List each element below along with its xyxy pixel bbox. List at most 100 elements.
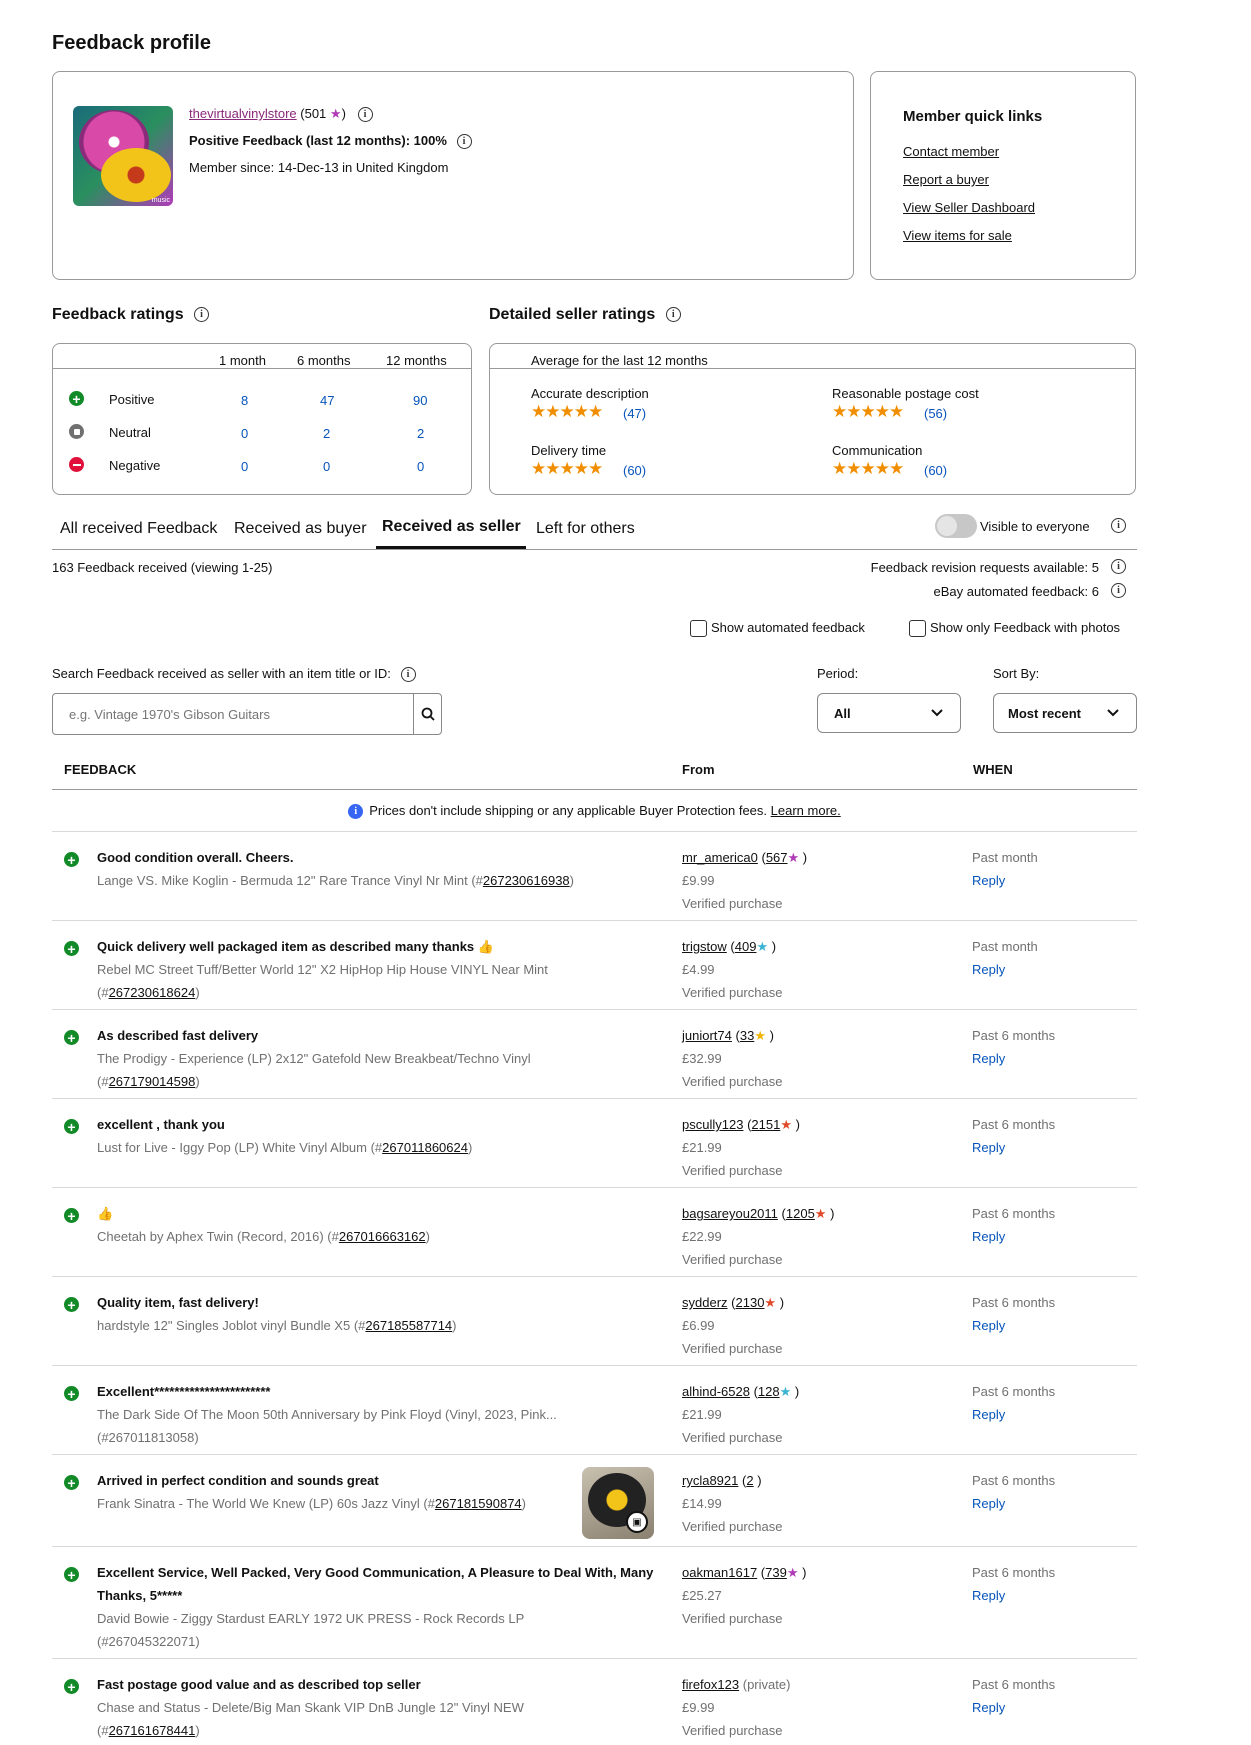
item-id-link[interactable]: 267161678441	[109, 1723, 196, 1738]
buyer-score: (739★ )	[760, 1565, 807, 1580]
chevron-down-icon	[1107, 709, 1119, 717]
show-photos-checkbox[interactable]: Show only Feedback with photos	[909, 620, 1120, 638]
reply-link[interactable]: Reply	[972, 1140, 1005, 1155]
buyer-score-link[interactable]: 739	[765, 1565, 787, 1580]
negative-1m[interactable]: 0	[241, 459, 248, 474]
item-id-link[interactable]: 267230616938	[483, 873, 570, 888]
reply-link[interactable]: Reply	[972, 1407, 1005, 1422]
positive-icon: +	[64, 1119, 79, 1134]
buyer-score-link[interactable]: 1205	[786, 1206, 815, 1221]
dsr-delivery-time: Delivery time	[531, 443, 607, 458]
seller-dashboard-link[interactable]: View Seller Dashboard	[903, 200, 1035, 215]
neutral-1m[interactable]: 0	[241, 426, 248, 441]
feedback-comment: excellent , thank you	[97, 1117, 225, 1132]
reply-link[interactable]: Reply	[972, 1229, 1005, 1244]
sort-select[interactable]: Most recent	[993, 693, 1137, 733]
info-icon[interactable]: i	[357, 107, 373, 123]
reply-link[interactable]: Reply	[972, 1588, 1005, 1603]
buyer-username-link[interactable]: juniort74	[682, 1028, 732, 1043]
buyer-score-link[interactable]: 2	[746, 1473, 753, 1488]
buyer-username-link[interactable]: sydderz	[682, 1295, 728, 1310]
buyer-username-link[interactable]: firefox123	[682, 1677, 739, 1692]
checkbox-icon[interactable]	[909, 620, 926, 638]
feedback-photo[interactable]: ▣	[582, 1467, 654, 1539]
buyer-username-link[interactable]: rycla8921	[682, 1473, 738, 1488]
items-for-sale-link[interactable]: View items for sale	[903, 228, 1012, 243]
negative-6m[interactable]: 0	[323, 459, 330, 474]
item-price: £25.27	[682, 1588, 722, 1603]
neutral-6m[interactable]: 2	[323, 426, 330, 441]
item-text: Lange VS. Mike Koglin - Bermuda 12" Rare…	[97, 873, 483, 888]
contact-member-link[interactable]: Contact member	[903, 144, 999, 159]
period-select[interactable]: All	[817, 693, 961, 733]
item-id-link[interactable]: 267230618624	[109, 985, 196, 1000]
item-id-link[interactable]: 267185587714	[365, 1318, 452, 1333]
buyer-score-link[interactable]: 567	[766, 850, 788, 865]
buyer-score-link[interactable]: 409	[735, 939, 757, 954]
item-title: Rebel MC Street Tuff/Better World 12" X2…	[97, 958, 617, 1004]
verified-purchase: Verified purchase	[682, 1723, 783, 1738]
info-icon[interactable]: i	[1111, 583, 1126, 598]
learn-more-link[interactable]: Learn more.	[771, 803, 841, 818]
checkbox-icon[interactable]	[690, 620, 707, 638]
tab-received-as-buyer[interactable]: Received as buyer	[234, 520, 367, 538]
from-column: firefox123 (private) £9.99 Verified purcha…	[682, 1673, 790, 1742]
buyer-username-link[interactable]: pscully123	[682, 1117, 743, 1132]
reply-link[interactable]: Reply	[972, 1496, 1005, 1511]
when-column: Past 6 months Reply	[972, 1291, 1055, 1337]
info-icon[interactable]: i	[194, 307, 210, 323]
buyer-username-link[interactable]: bagsareyou2011	[682, 1206, 778, 1221]
buyer-username-link[interactable]: alhind-6528	[682, 1384, 750, 1399]
tab-received-as-seller[interactable]: Received as seller	[382, 518, 521, 536]
search-button[interactable]	[413, 694, 442, 734]
reply-link[interactable]: Reply	[972, 1318, 1005, 1333]
negative-12m[interactable]: 0	[417, 459, 424, 474]
buyer-score: (1205★ )	[781, 1206, 835, 1221]
positive-12m[interactable]: 90	[413, 393, 427, 408]
item-text: Frank Sinatra - The World We Knew (LP) 6…	[97, 1496, 435, 1511]
buyer-username-link[interactable]: mr_america0	[682, 850, 758, 865]
feedback-date: Past month	[972, 939, 1038, 954]
item-id-link[interactable]: 267011860624	[382, 1140, 468, 1155]
feedback-ratings-title-text: Feedback ratings	[52, 306, 184, 323]
info-icon[interactable]: i	[400, 667, 416, 683]
positive-1m[interactable]: 8	[241, 393, 248, 408]
item-id-link[interactable]: 267181590874	[435, 1496, 522, 1511]
info-icon[interactable]: i	[1111, 518, 1126, 533]
seller-username-link[interactable]: thevirtualvinylstore	[189, 106, 297, 121]
member-since: Member since: 14-Dec-13 in United Kingdo…	[189, 160, 449, 175]
verified-purchase: Verified purchase	[682, 1519, 783, 1534]
buyer-score-link[interactable]: 2151	[751, 1117, 780, 1132]
buyer-score-link[interactable]: 33	[740, 1028, 754, 1043]
feedback-row: + Quick delivery well packaged item as de…	[52, 921, 1137, 1010]
tab-all-received[interactable]: All received Feedback	[60, 520, 217, 538]
search-input[interactable]	[53, 694, 413, 734]
info-icon[interactable]: i	[456, 134, 472, 150]
tab-left-for-others[interactable]: Left for others	[536, 520, 635, 538]
show-automated-checkbox[interactable]: Show automated feedback	[690, 620, 865, 638]
buyer-score-link[interactable]: 2130	[736, 1295, 765, 1310]
visibility-toggle[interactable]	[935, 514, 977, 538]
reply-link[interactable]: Reply	[972, 962, 1005, 977]
buyer-username-link[interactable]: oakman1617	[682, 1565, 757, 1580]
info-icon[interactable]: i	[1111, 559, 1126, 574]
info-icon: i	[348, 804, 364, 820]
star-rating-icon: ★★★★★	[832, 459, 904, 478]
item-id-link[interactable]: 267179014598	[109, 1074, 196, 1089]
reply-link[interactable]: Reply	[972, 873, 1005, 888]
item-text: The Dark Side Of The Moon 50th Anniversa…	[97, 1407, 557, 1445]
from-column: mr_america0 (567★ ) £9.99 Verified purchas…	[682, 846, 807, 915]
positive-6m[interactable]: 47	[320, 393, 334, 408]
report-buyer-link[interactable]: Report a buyer	[903, 172, 989, 187]
from-column: bagsareyou2011 (1205★ ) £22.99 Verified pu…	[682, 1202, 834, 1271]
notice-text: Prices don't include shipping or any app…	[369, 803, 768, 818]
avatar[interactable]: music	[73, 106, 173, 206]
buyer-score-link[interactable]: 128	[758, 1384, 780, 1399]
reply-link[interactable]: Reply	[972, 1051, 1005, 1066]
buyer-username-link[interactable]: trigstow	[682, 939, 727, 954]
neutral-12m[interactable]: 2	[417, 426, 424, 441]
info-icon[interactable]: i	[665, 307, 681, 323]
feedback-date: Past 6 months	[972, 1206, 1056, 1221]
item-id-link[interactable]: 267016663162	[339, 1229, 426, 1244]
reply-link[interactable]: Reply	[972, 1700, 1005, 1715]
